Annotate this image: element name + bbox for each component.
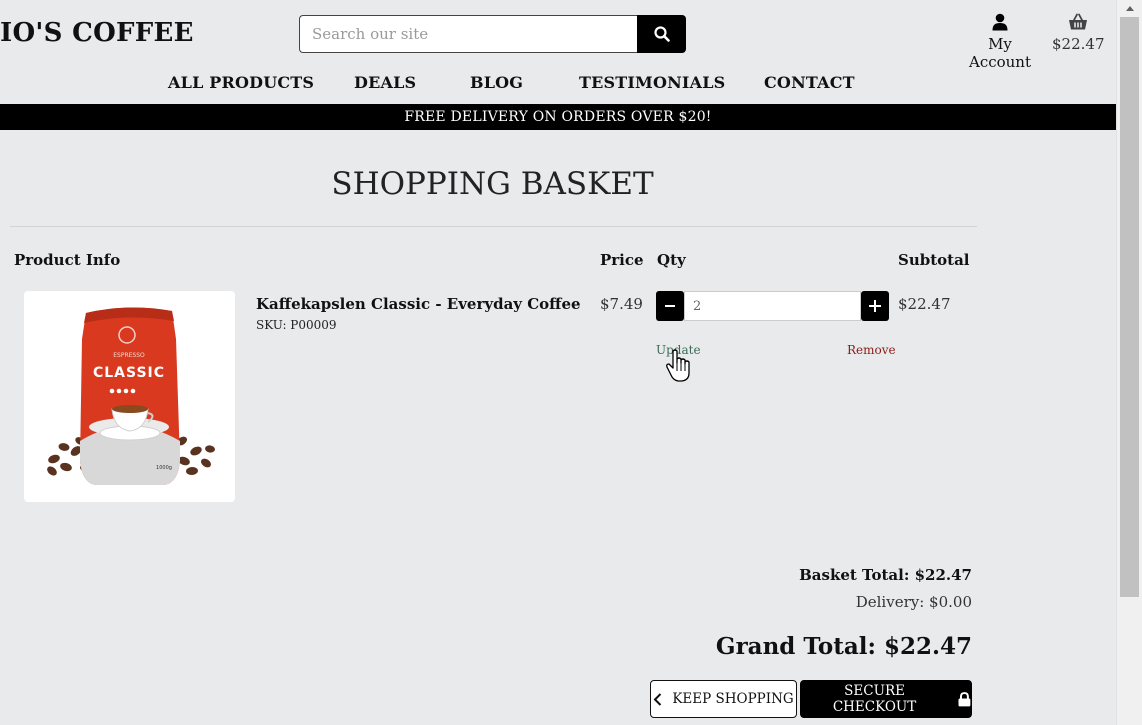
my-account-label: My Account (968, 35, 1031, 71)
nav-contact[interactable]: CONTACT (764, 73, 855, 92)
page-title: SHOPPING BASKET (331, 166, 654, 202)
nav-testimonials[interactable]: TESTIMONIALS (579, 73, 725, 92)
product-image-line: ESPRESSO (113, 352, 145, 359)
basket-icon (1052, 13, 1104, 33)
hand-cursor-icon (666, 349, 690, 382)
my-account-link[interactable]: My Account (955, 13, 1045, 71)
scroll-up-arrow-icon[interactable] (1125, 4, 1135, 14)
search-button[interactable] (637, 15, 686, 53)
qty-increment-button[interactable] (861, 291, 889, 321)
page-scrollbar[interactable] (1116, 0, 1142, 725)
header-subtotal: Subtotal (898, 251, 970, 269)
grand-total: Grand Total: $22.47 (715, 633, 972, 660)
divider (10, 226, 977, 227)
secure-checkout-button[interactable]: SECURE CHECKOUT (800, 680, 972, 718)
main-nav: ALL PRODUCTS DEALS BLOG TESTIMONIALS CON… (0, 73, 1116, 93)
search-input[interactable] (299, 15, 637, 53)
basket-link[interactable]: $22.47 (1052, 13, 1105, 53)
header-product-info: Product Info (14, 251, 121, 269)
nav-blog[interactable]: BLOG (470, 73, 523, 92)
plus-icon (869, 300, 881, 312)
user-icon (955, 13, 1045, 33)
product-sku: SKU: P00009 (256, 318, 337, 332)
secure-checkout-label: SECURE CHECKOUT (832, 683, 917, 715)
delivery-cost: Delivery: $0.00 (855, 593, 972, 611)
basket-amount: $22.47 (1052, 35, 1105, 53)
product-image-weight: 1000g (156, 465, 172, 471)
product-image-brand: CLASSIC (93, 365, 165, 381)
nav-all-products[interactable]: ALL PRODUCTS (168, 73, 314, 92)
minus-icon (665, 305, 675, 307)
search-icon (653, 26, 670, 42)
chevron-left-icon (653, 692, 662, 706)
header-price: Price (600, 251, 644, 269)
promo-banner: FREE DELIVERY ON ORDERS OVER $20! (0, 104, 1116, 130)
lock-icon (958, 691, 971, 706)
product-price: $7.49 (600, 295, 643, 313)
qty-decrement-button[interactable] (656, 291, 684, 321)
product-name[interactable]: Kaffekapslen Classic - Everyday Coffee (256, 295, 581, 313)
product-image: ESPRESSO CLASSIC 1000g (24, 291, 235, 502)
product-subtotal: $22.47 (898, 295, 951, 313)
nav-deals[interactable]: DEALS (354, 73, 416, 92)
basket-total: Basket Total: $22.47 (799, 566, 972, 584)
quantity-input[interactable] (684, 291, 861, 321)
search-form (299, 15, 686, 53)
scrollbar-thumb[interactable] (1120, 17, 1139, 597)
header-qty: Qty (657, 251, 686, 269)
site-brand[interactable]: IO'S COFFEE (0, 18, 194, 48)
keep-shopping-button[interactable]: KEEP SHOPPING (650, 680, 797, 718)
keep-shopping-label: KEEP SHOPPING (672, 691, 794, 707)
remove-link[interactable]: Remove (847, 343, 896, 357)
